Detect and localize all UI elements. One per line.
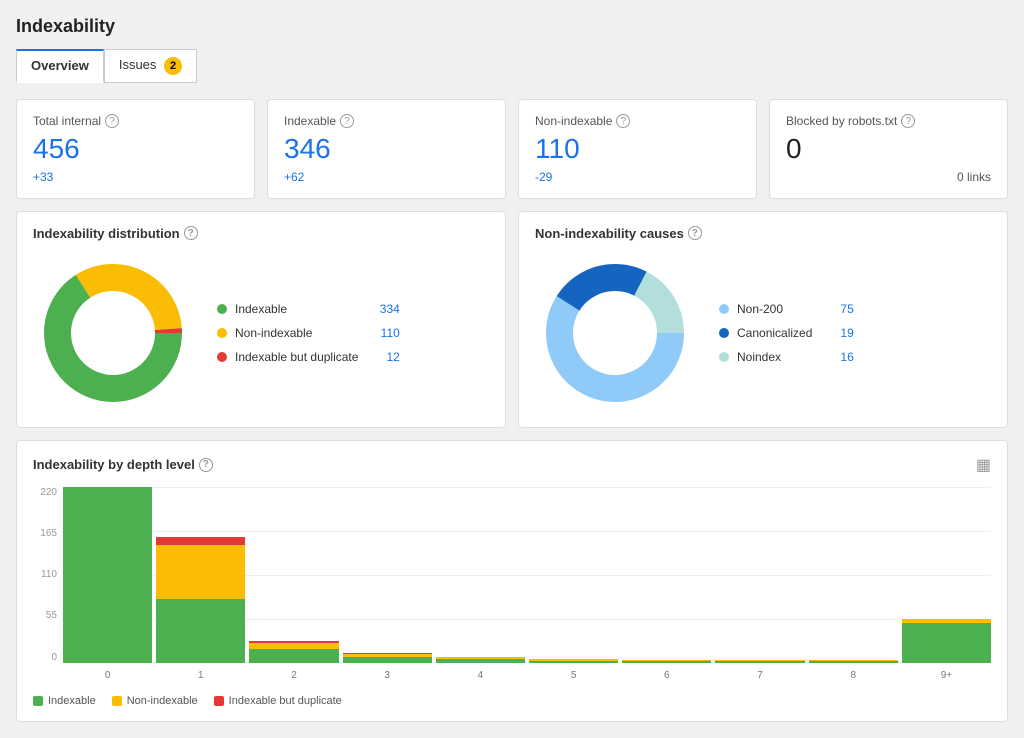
legend-dot-duplicate (217, 352, 227, 362)
tab-issues[interactable]: Issues 2 (104, 49, 197, 83)
distribution-help-icon[interactable]: ? (184, 226, 198, 240)
bar-group[interactable]: 8 (809, 487, 898, 663)
distribution-donut-section: Indexable 334 Non-indexable 110 Indexabl… (33, 253, 489, 413)
bar-legend: Indexable Non-indexable Indexable but du… (33, 695, 991, 707)
bar-legend-duplicate: Indexable but duplicate (214, 695, 342, 707)
bar-chart-header: Indexability by depth level ? ▦ (33, 455, 991, 475)
metric-indexable: Indexable ? 346 +62 (267, 99, 506, 199)
bar-group[interactable]: 3 (343, 487, 432, 663)
bar-chart-help-icon[interactable]: ? (199, 458, 213, 472)
metrics-row: Total internal ? 456 +33 Indexable ? 346… (16, 99, 1008, 199)
legend-item-non200: Non-200 75 (719, 302, 854, 316)
bar-group[interactable]: 7 (715, 487, 804, 663)
bar-group[interactable]: 2 (249, 487, 338, 663)
bar-group[interactable]: 0 (63, 487, 152, 663)
blocked-robots-sub: 0 links (786, 170, 991, 184)
legend-item-canonicalized: Canonicalized 19 (719, 326, 854, 340)
blocked-robots-value: 0 (786, 132, 991, 166)
bar-chart-view-icon[interactable]: ▦ (976, 455, 991, 475)
bar-group[interactable]: 4 (436, 487, 525, 663)
legend-dot-non200 (719, 304, 729, 314)
bar-legend-dot-indexable (33, 696, 43, 706)
page-container: Indexability Overview Issues 2 Total int… (0, 0, 1024, 738)
bar-chart-card: Indexability by depth level ? ▦ 220 165 … (16, 440, 1008, 722)
causes-donut-section: Non-200 75 Canonicalized 19 Noindex 16 (535, 253, 991, 413)
indexable-help-icon[interactable]: ? (340, 114, 354, 128)
causes-help-icon[interactable]: ? (688, 226, 702, 240)
page-title: Indexability (16, 16, 1008, 37)
legend-dot-non-indexable (217, 328, 227, 338)
causes-legend: Non-200 75 Canonicalized 19 Noindex 16 (719, 302, 854, 364)
indexable-change: +62 (284, 170, 489, 184)
metric-total-internal: Total internal ? 456 +33 (16, 99, 255, 199)
distribution-donut-chart (33, 253, 193, 413)
metric-blocked-robots: Blocked by robots.txt ? 0 0 links (769, 99, 1008, 199)
bar-group[interactable]: 6 (622, 487, 711, 663)
non-indexable-change: -29 (535, 170, 740, 184)
legend-dot-noindex (719, 352, 729, 362)
legend-dot-indexable (217, 304, 227, 314)
donut-hole (71, 291, 155, 375)
non-indexable-help-icon[interactable]: ? (616, 114, 630, 128)
bars-container: 0123456789+ (63, 487, 991, 663)
bar-group[interactable]: 1 (156, 487, 245, 663)
indexable-value: 346 (284, 132, 489, 166)
distribution-legend: Indexable 334 Non-indexable 110 Indexabl… (217, 302, 400, 364)
bar-legend-dot-duplicate (214, 696, 224, 706)
y-axis: 220 165 110 55 0 (33, 487, 63, 663)
legend-dot-canonicalized (719, 328, 729, 338)
legend-item-duplicate: Indexable but duplicate 12 (217, 350, 400, 364)
bar-group[interactable]: 9+ (902, 487, 991, 663)
bar-legend-indexable: Indexable (33, 695, 96, 707)
issues-badge: 2 (164, 57, 182, 75)
non-indexable-value: 110 (535, 132, 740, 166)
bar-group[interactable]: 5 (529, 487, 618, 663)
bar-chart-area: 220 165 110 55 0 0123456789+ (33, 487, 991, 687)
legend-item-noindex: Noindex 16 (719, 350, 854, 364)
legend-item-indexable: Indexable 334 (217, 302, 400, 316)
bar-legend-non-indexable: Non-indexable (112, 695, 198, 707)
donut-hole-causes (573, 291, 657, 375)
bar-legend-dot-non-indexable (112, 696, 122, 706)
indexability-distribution-card: Indexability distribution ? Indexable (16, 211, 506, 428)
tabs-container: Overview Issues 2 (16, 49, 1008, 83)
blocked-robots-help-icon[interactable]: ? (901, 114, 915, 128)
tab-overview[interactable]: Overview (16, 49, 104, 83)
total-internal-value: 456 (33, 132, 238, 166)
total-internal-change: +33 (33, 170, 238, 184)
causes-donut-chart (535, 253, 695, 413)
legend-item-non-indexable: Non-indexable 110 (217, 326, 400, 340)
charts-row: Indexability distribution ? Indexable (16, 211, 1008, 428)
total-internal-help-icon[interactable]: ? (105, 114, 119, 128)
non-indexability-causes-card: Non-indexability causes ? Non-200 75 (518, 211, 1008, 428)
metric-non-indexable: Non-indexable ? 110 -29 (518, 99, 757, 199)
